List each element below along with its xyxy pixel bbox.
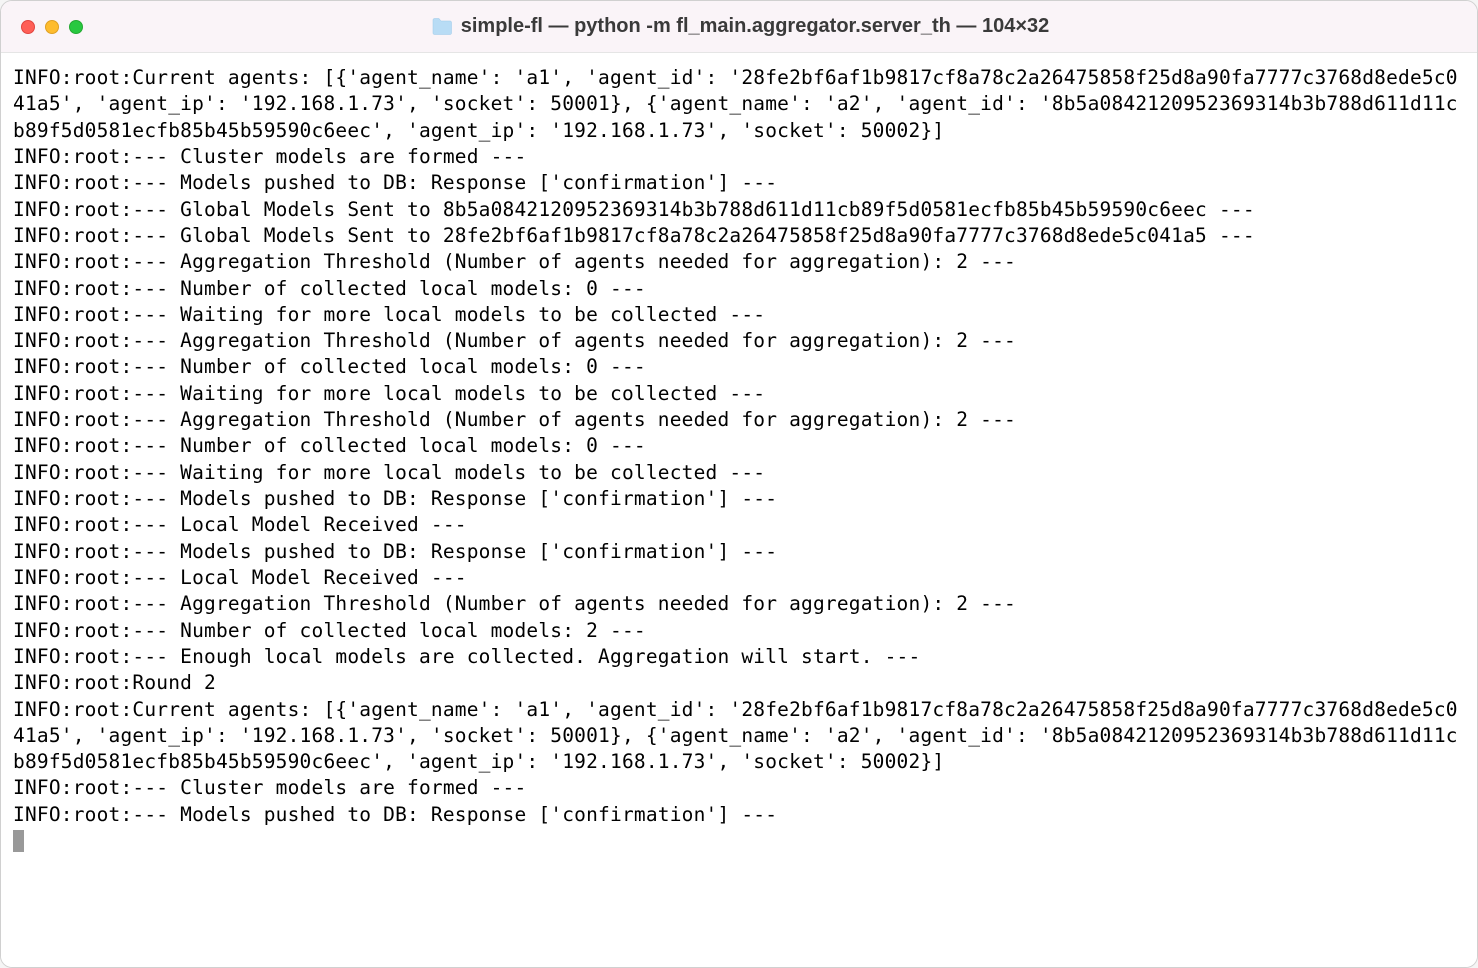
cursor	[13, 830, 24, 852]
titlebar[interactable]: simple-fl — python -m fl_main.aggregator…	[1, 1, 1477, 53]
title-container: simple-fl — python -m fl_main.aggregator…	[23, 15, 1457, 38]
folder-icon	[431, 18, 453, 36]
terminal-output[interactable]: INFO:root:Current agents: [{'agent_name'…	[1, 53, 1477, 967]
terminal-window: simple-fl — python -m fl_main.aggregator…	[0, 0, 1478, 968]
window-title: simple-fl — python -m fl_main.aggregator…	[461, 15, 1050, 38]
